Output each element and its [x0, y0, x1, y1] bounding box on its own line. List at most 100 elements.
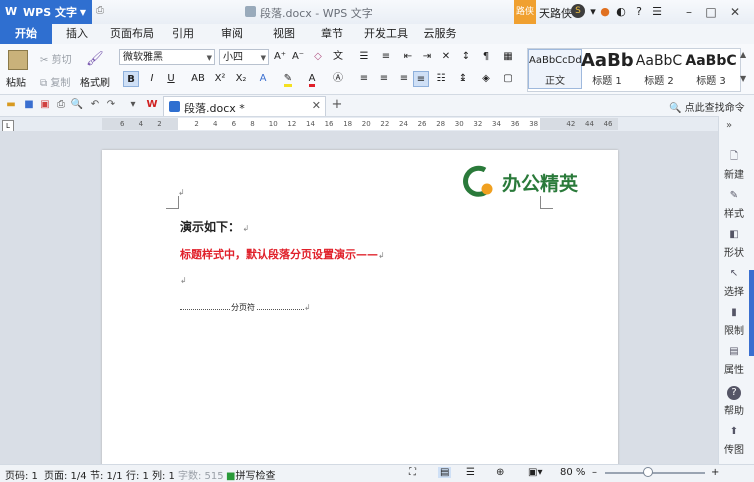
help-icon[interactable]: ?	[632, 5, 646, 19]
undo-icon[interactable]: ↶	[88, 98, 102, 112]
tab-cloud[interactable]: 云服务	[418, 24, 462, 44]
app-center-icon[interactable]: ●	[598, 5, 612, 19]
status-wordcount[interactable]: 字数: 515	[178, 467, 224, 482]
panel-collapse-icon[interactable]: »	[726, 120, 732, 131]
status-row[interactable]: 行: 1	[126, 467, 149, 482]
format-painter-button[interactable]: 格式刷	[80, 74, 110, 89]
paste-button[interactable]: 粘贴	[6, 74, 26, 89]
sort-button[interactable]: ↕	[458, 49, 474, 65]
char-border-button[interactable]: Ⓐ	[330, 71, 346, 87]
page-view-icon[interactable]: ▤	[438, 467, 452, 478]
format-painter-icon[interactable]: 🖌	[86, 51, 104, 67]
font-name-select[interactable]: 微软雅黑 ▼	[119, 49, 215, 65]
copy-button[interactable]: ⧉ 复制	[40, 74, 70, 89]
doc-red-line[interactable]: 标题样式中，默认段落分页设置演示——↲	[180, 246, 385, 262]
status-pages[interactable]: 页面: 1/4	[44, 467, 87, 482]
tab-page-layout[interactable]: 页面布局	[104, 24, 160, 44]
style-heading-2[interactable]: AaBbC 标题 2	[633, 50, 685, 88]
increase-indent-button[interactable]: ⇥	[419, 49, 435, 65]
shrink-font-button[interactable]: A⁻	[290, 49, 306, 65]
style-scroll-up[interactable]: ▲	[740, 50, 746, 59]
chinese-layout-button[interactable]: ✕	[438, 49, 454, 65]
tab-review[interactable]: 审阅	[214, 24, 250, 44]
subscript-button[interactable]: X₂	[233, 71, 249, 87]
command-search[interactable]: 🔍 点此查找命令	[669, 99, 745, 114]
panel-shapes[interactable]: ◧ 形状	[718, 228, 750, 259]
status-section[interactable]: 节: 1/1	[90, 467, 123, 482]
shading-button[interactable]: ◈	[478, 71, 494, 87]
qa-save-icon[interactable]: ⎙	[96, 5, 110, 19]
style-heading-3[interactable]: AaBbC 标题 3	[685, 50, 737, 88]
phonetic-button[interactable]: 文	[330, 49, 346, 65]
table-tools-button[interactable]: ▦	[500, 49, 516, 65]
tab-insert[interactable]: 插入	[57, 24, 97, 44]
document-page[interactable]: ↲ 演示如下： ↲ 标题样式中，默认段落分页设置演示——↲ ↲ 分页符 ↲	[102, 150, 618, 470]
status-col[interactable]: 列: 1	[152, 467, 175, 482]
italic-button[interactable]: I	[144, 71, 160, 87]
font-color-button[interactable]: A	[304, 71, 320, 87]
panel-select[interactable]: ↖ 选择	[718, 267, 750, 298]
style-scroll-down[interactable]: ▼	[740, 74, 746, 83]
panel-new[interactable]: 🗋 新建	[718, 150, 750, 181]
strikethrough-button[interactable]: AB	[188, 71, 208, 87]
zoom-in-icon[interactable]: +	[711, 467, 719, 478]
decrease-indent-button[interactable]: ⇤	[400, 49, 416, 65]
new-tab-icon[interactable]: +	[330, 98, 344, 112]
document-tab[interactable]: 段落.docx * ✕	[163, 96, 326, 116]
redo-icon[interactable]: ↷	[104, 98, 118, 112]
font-size-select[interactable]: 小四 ▼	[219, 49, 269, 65]
highlight-button[interactable]: ✎	[280, 71, 296, 87]
numbered-list-button[interactable]: ≡	[378, 49, 394, 65]
clear-format-button[interactable]: ◇	[310, 49, 326, 65]
export-pdf-icon[interactable]: ▣	[38, 98, 52, 112]
distributed-button[interactable]: ☷	[433, 71, 449, 87]
app-menu-button[interactable]: W WPS 文字 ▼	[0, 0, 92, 24]
line-spacing-button[interactable]: ↨	[455, 71, 471, 87]
save-icon[interactable]: ■	[22, 98, 36, 112]
bold-button[interactable]: B	[123, 71, 139, 87]
zoom-slider[interactable]	[605, 472, 705, 474]
outline-view-icon[interactable]: ☰	[466, 467, 475, 478]
user-name[interactable]: 天路侠	[539, 5, 572, 21]
web-view-icon[interactable]: ⊕	[496, 467, 504, 478]
text-effect-button[interactable]: A	[255, 71, 271, 87]
tab-chapter[interactable]: 章节	[314, 24, 350, 44]
wps-brand-icon[interactable]: W	[145, 98, 159, 112]
tab-developer[interactable]: 开发工具	[358, 24, 414, 44]
fullscreen-icon[interactable]: ⛶	[409, 467, 416, 478]
customize-chevron-icon[interactable]: ▾	[126, 98, 140, 112]
page-break[interactable]: 分页符 ↲	[180, 302, 311, 313]
superscript-button[interactable]: X²	[212, 71, 228, 87]
close-button[interactable]: ✕	[726, 3, 744, 21]
reading-view-icon[interactable]: ▣▾	[528, 467, 542, 478]
border-button[interactable]: ▢	[500, 71, 516, 87]
status-spellcheck[interactable]: ■拼写检查	[226, 467, 275, 482]
underline-button[interactable]: U	[163, 71, 179, 87]
panel-properties[interactable]: ▤ 属性	[718, 345, 750, 376]
panel-help[interactable]: ? 帮助	[718, 386, 750, 417]
doc-heading[interactable]: 演示如下： ↲	[180, 218, 249, 235]
paste-icon[interactable]	[8, 50, 28, 70]
bullet-list-button[interactable]: ☰	[356, 49, 372, 65]
align-center-button[interactable]: ≡	[376, 71, 392, 87]
align-right-button[interactable]: ≡	[396, 71, 412, 87]
open-folder-icon[interactable]: ▬	[4, 98, 18, 112]
justify-button[interactable]: ≡	[413, 71, 429, 87]
zoom-slider-handle[interactable]	[643, 467, 653, 477]
align-left-button[interactable]: ≡	[356, 71, 372, 87]
tab-references[interactable]: 引用	[165, 24, 201, 44]
style-heading-1[interactable]: AaBb 标题 1	[581, 50, 633, 88]
style-normal[interactable]: AaBbCcDd 正文	[528, 49, 582, 89]
skin-icon[interactable]: ◐	[614, 5, 628, 19]
maximize-button[interactable]: □	[702, 3, 720, 21]
status-page[interactable]: 页码: 1	[5, 467, 38, 482]
cut-button[interactable]: ✂ 剪切	[40, 51, 72, 66]
zoom-out-icon[interactable]: –	[592, 467, 597, 478]
close-icon[interactable]: ✕	[312, 99, 321, 112]
menu-icon[interactable]: ☰	[650, 5, 664, 19]
grow-font-button[interactable]: A⁺	[272, 49, 288, 65]
panel-restrict[interactable]: ▮ 限制	[718, 306, 750, 337]
show-marks-button[interactable]: ¶	[478, 49, 494, 65]
zoom-value[interactable]: 80 %	[560, 467, 585, 478]
tab-view[interactable]: 视图	[266, 24, 302, 44]
